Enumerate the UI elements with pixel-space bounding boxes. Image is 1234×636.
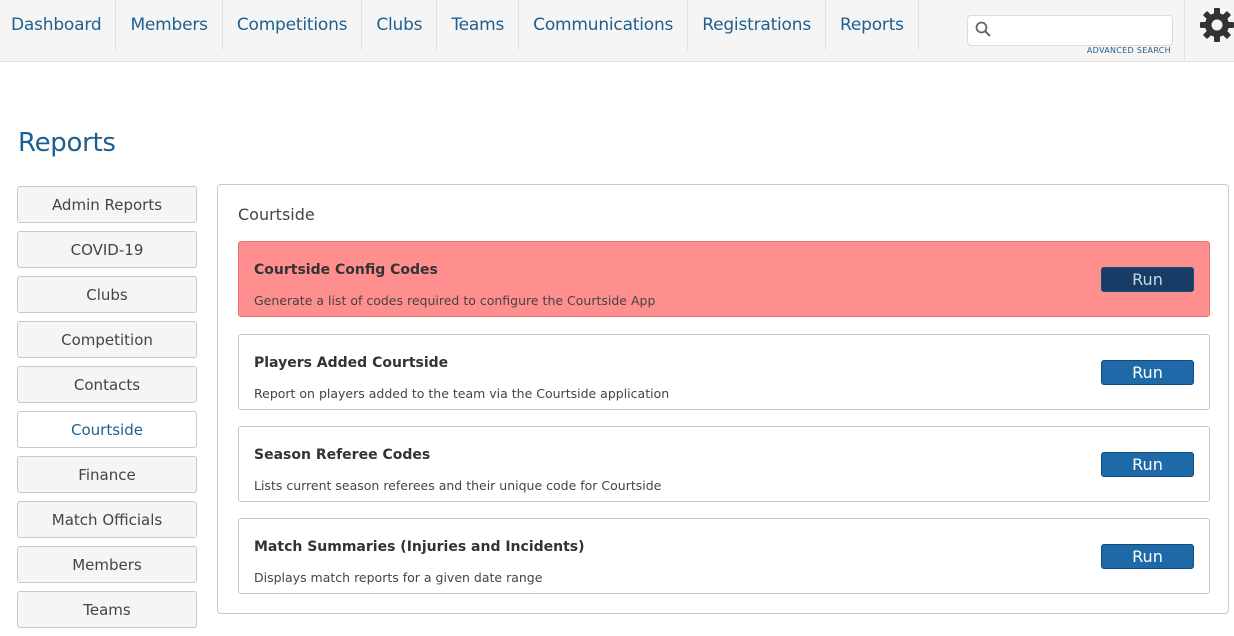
page-title: Reports: [18, 128, 116, 158]
sidebar-item-covid-19[interactable]: COVID-19: [17, 231, 197, 268]
report-description: Displays match reports for a given date …: [254, 570, 542, 585]
sidebar-item-finance[interactable]: Finance: [17, 456, 197, 493]
report-title: Match Summaries (Injuries and Incidents): [254, 539, 585, 555]
sidebar-item-clubs[interactable]: Clubs: [17, 276, 197, 313]
sidebar-item-members[interactable]: Members: [17, 546, 197, 583]
report-description: Generate a list of codes required to con…: [254, 293, 655, 308]
nav-item-members[interactable]: Members: [116, 0, 222, 50]
sidebar-item-courtside[interactable]: Courtside: [17, 411, 197, 448]
sidebar-item-teams[interactable]: Teams: [17, 591, 197, 628]
report-title: Courtside Config Codes: [254, 262, 438, 278]
nav-item-dashboard[interactable]: Dashboard: [0, 0, 116, 50]
search-icon: [975, 21, 991, 41]
gear-icon: [1199, 7, 1234, 47]
report-description: Report on players added to the team via …: [254, 386, 669, 401]
report-card-season-referee-codes: Season Referee Codes Lists current seaso…: [238, 426, 1210, 502]
search-area: ADVANCED SEARCH: [967, 15, 1173, 46]
top-navigation: Dashboard Members Competitions Clubs Tea…: [0, 0, 1234, 62]
report-title: Players Added Courtside: [254, 355, 448, 371]
nav-item-clubs[interactable]: Clubs: [362, 0, 437, 50]
nav-item-reports[interactable]: Reports: [826, 0, 919, 50]
nav-item-communications[interactable]: Communications: [519, 0, 688, 50]
settings-button[interactable]: [1184, 0, 1234, 62]
advanced-search-link[interactable]: ADVANCED SEARCH: [1087, 46, 1171, 55]
main-menu: Dashboard Members Competitions Clubs Tea…: [0, 0, 919, 50]
search-input[interactable]: [997, 18, 1167, 44]
nav-item-teams[interactable]: Teams: [437, 0, 519, 50]
reports-panel: Courtside Courtside Config Codes Generat…: [217, 184, 1229, 614]
report-card-players-added-courtside: Players Added Courtside Report on player…: [238, 334, 1210, 410]
report-description: Lists current season referees and their …: [254, 478, 661, 493]
sidebar-item-competition[interactable]: Competition: [17, 321, 197, 358]
sidebar-item-contacts[interactable]: Contacts: [17, 366, 197, 403]
panel-title: Courtside: [238, 205, 315, 224]
run-button[interactable]: Run: [1101, 452, 1194, 477]
report-title: Season Referee Codes: [254, 447, 430, 463]
nav-item-competitions[interactable]: Competitions: [223, 0, 363, 50]
report-card-courtside-config-codes: Courtside Config Codes Generate a list o…: [238, 241, 1210, 317]
run-button[interactable]: Run: [1101, 544, 1194, 569]
sidebar-item-match-officials[interactable]: Match Officials: [17, 501, 197, 538]
report-category-sidebar: Admin Reports COVID-19 Clubs Competition…: [17, 186, 197, 636]
search-box: [967, 15, 1173, 46]
report-card-match-summaries: Match Summaries (Injuries and Incidents)…: [238, 518, 1210, 594]
sidebar-item-admin-reports[interactable]: Admin Reports: [17, 186, 197, 223]
run-button[interactable]: Run: [1101, 267, 1194, 292]
run-button[interactable]: Run: [1101, 360, 1194, 385]
nav-item-registrations[interactable]: Registrations: [688, 0, 826, 50]
